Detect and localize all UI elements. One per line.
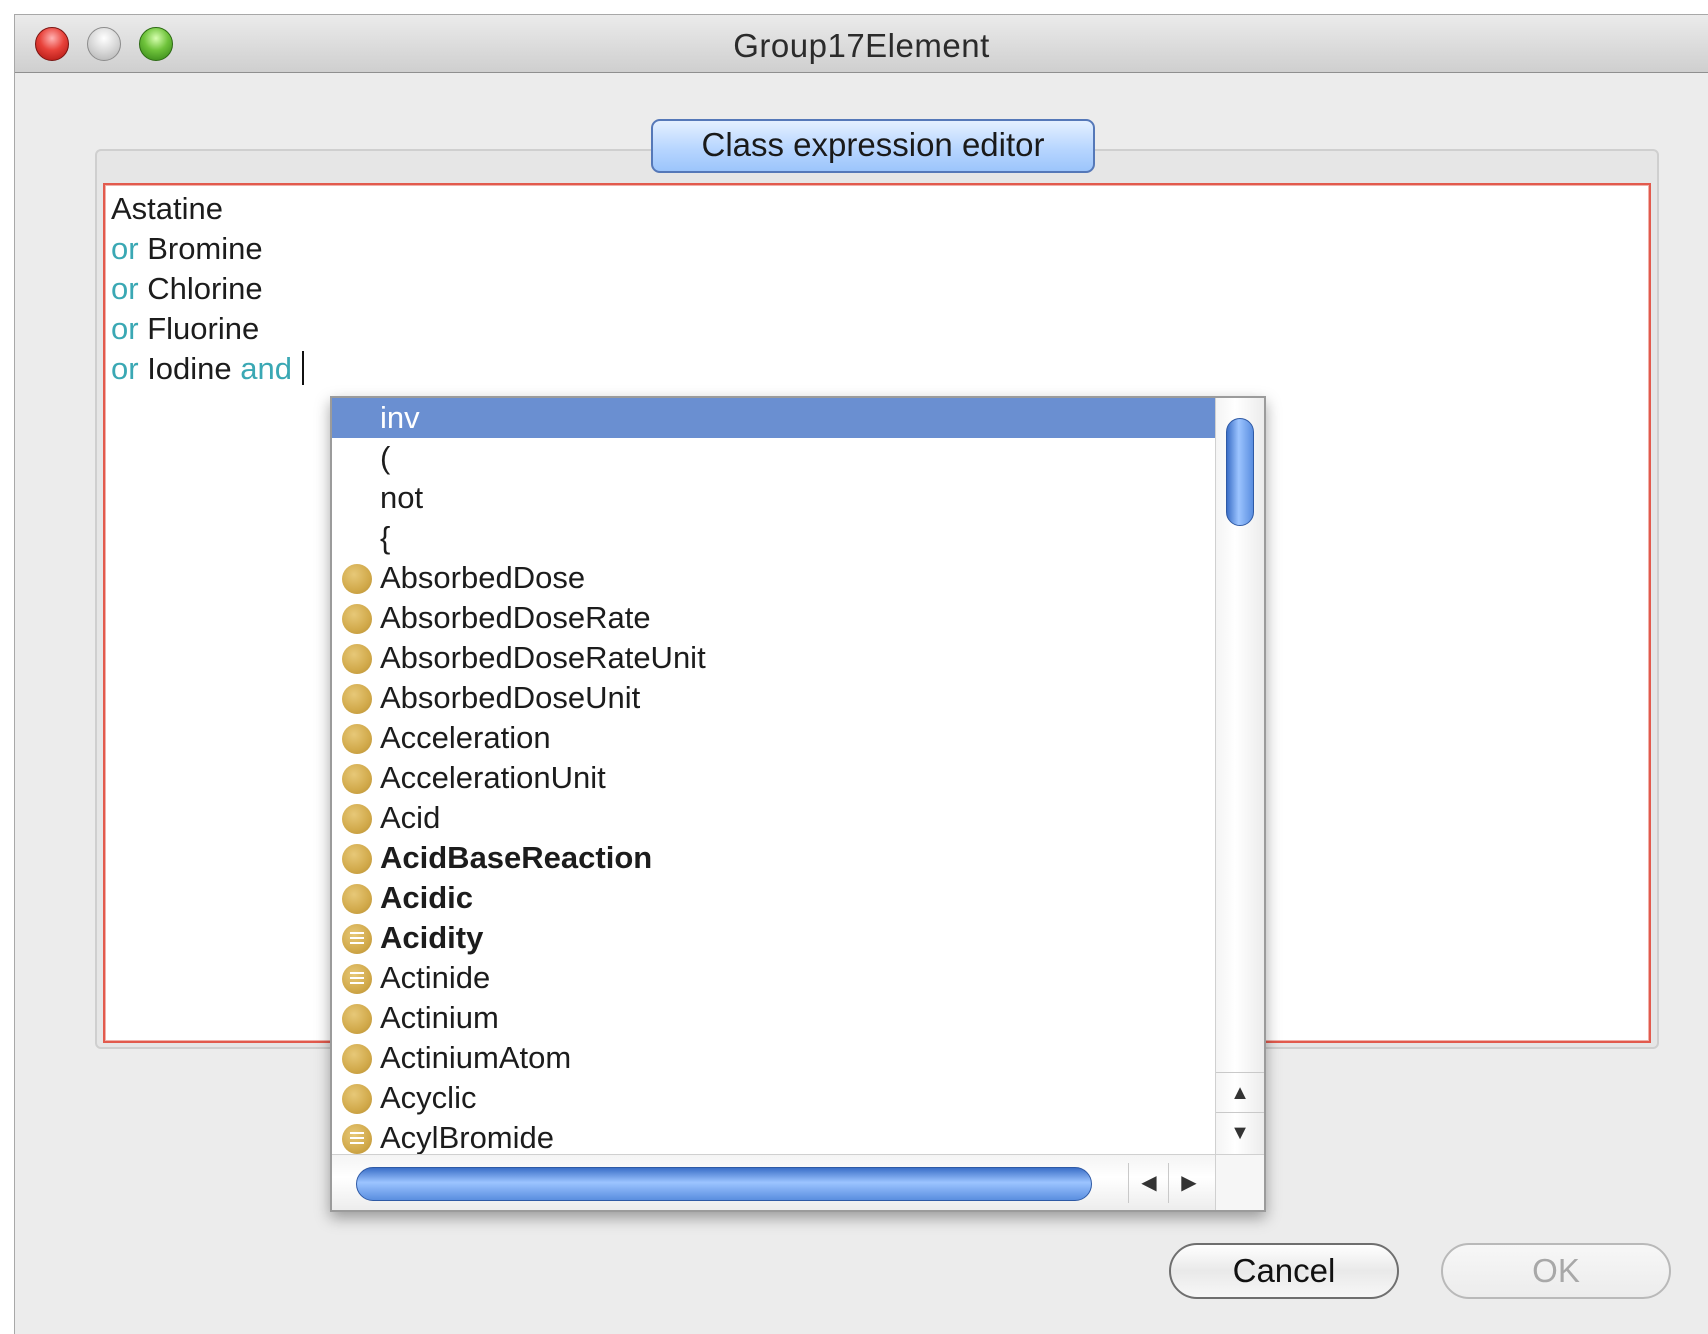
autocomplete-item[interactable]: AbsorbedDoseUnit <box>332 678 1216 718</box>
class-token: Astatine <box>111 191 224 226</box>
autocomplete-item-label: not <box>380 480 424 515</box>
autocomplete-item[interactable]: Acidity <box>332 918 1216 958</box>
keyword-token: or <box>111 311 139 346</box>
class-icon <box>342 884 372 914</box>
autocomplete-item-label: Acceleration <box>380 720 551 755</box>
keyword-token: or <box>111 231 139 266</box>
autocomplete-item-label: Acidity <box>380 920 484 955</box>
autocomplete-item[interactable]: ( <box>332 438 1216 478</box>
autocomplete-item[interactable]: inv <box>332 398 1216 438</box>
autocomplete-item-label: AbsorbedDoseRate <box>380 600 651 635</box>
keyword-token: and <box>240 351 293 386</box>
autocomplete-item-label: AbsorbedDose <box>380 560 586 595</box>
expression-text[interactable]: Astatine or Bromine or Chlorine or Fluorine… <box>111 189 305 389</box>
cancel-button[interactable]: Cancel <box>1169 1243 1399 1299</box>
autocomplete-item[interactable]: AbsorbedDoseRateUnit <box>332 638 1216 678</box>
class-icon <box>342 684 372 714</box>
autocomplete-item-label: Actinide <box>380 960 491 995</box>
class-icon <box>342 564 372 594</box>
class-icon <box>342 1084 372 1114</box>
class-token: Bromine <box>138 231 263 266</box>
autocomplete-item[interactable]: AccelerationUnit <box>332 758 1216 798</box>
autocomplete-item-label: ( <box>380 440 391 475</box>
autocomplete-item-label: inv <box>380 400 420 435</box>
scroll-corner <box>1215 1154 1264 1210</box>
autocomplete-item[interactable]: Actinium <box>332 998 1216 1038</box>
autocomplete-item-label: Actinium <box>380 1000 499 1035</box>
text-caret <box>302 351 305 385</box>
defined-class-icon <box>342 964 372 994</box>
expression-line: Astatine <box>111 189 304 229</box>
autocomplete-item[interactable]: AcidBaseReaction <box>332 838 1216 878</box>
autocomplete-item[interactable]: Acidic <box>332 878 1216 918</box>
autocomplete-item[interactable]: Actinide <box>332 958 1216 998</box>
class-icon <box>342 724 372 754</box>
autocomplete-item[interactable]: AcylBromide <box>332 1118 1216 1154</box>
class-icon <box>342 604 372 634</box>
class-token: Chlorine <box>138 271 263 306</box>
autocomplete-popup[interactable]: inv ( not { AbsorbedDose AbsorbedDoseRate Abso… <box>330 396 1266 1212</box>
autocomplete-item-label: AbsorbedDoseRateUnit <box>380 640 706 675</box>
class-icon <box>342 1044 372 1074</box>
autocomplete-item-label: { <box>380 520 391 555</box>
autocomplete-item[interactable]: ActiniumAtom <box>332 1038 1216 1078</box>
vertical-scrollbar[interactable]: ▲ ▼ <box>1215 398 1264 1154</box>
autocomplete-item[interactable]: Acid <box>332 798 1216 838</box>
expression-line: or Chlorine <box>111 269 304 309</box>
defined-class-icon <box>342 1124 372 1154</box>
defined-class-icon <box>342 924 372 954</box>
ok-button[interactable]: OK <box>1441 1243 1671 1299</box>
expression-line: or Iodine and <box>111 349 305 389</box>
class-icon <box>342 644 372 674</box>
vertical-scroll-thumb[interactable] <box>1226 418 1254 526</box>
keyword-token: or <box>111 351 139 386</box>
autocomplete-list[interactable]: inv ( not { AbsorbedDose AbsorbedDoseRate Abso… <box>332 398 1216 1154</box>
autocomplete-item[interactable]: AbsorbedDoseRate <box>332 598 1216 638</box>
autocomplete-item[interactable]: { <box>332 518 1216 558</box>
autocomplete-item-label: AccelerationUnit <box>380 760 606 795</box>
autocomplete-item-label: Acid <box>380 800 441 835</box>
autocomplete-item-label: Acyclic <box>380 1080 477 1115</box>
arrow-down-icon[interactable]: ▼ <box>1216 1112 1264 1153</box>
autocomplete-item-label: ActiniumAtom <box>380 1040 572 1075</box>
expression-line: or Bromine <box>111 229 304 269</box>
class-token: Fluorine <box>138 311 260 346</box>
class-icon <box>342 764 372 794</box>
class-icon <box>342 844 372 874</box>
class-icon <box>342 804 372 834</box>
autocomplete-item-label: AcidBaseReaction <box>380 840 653 875</box>
expression-line: or Fluorine <box>111 309 304 349</box>
autocomplete-item-label: AbsorbedDoseUnit <box>380 680 641 715</box>
keyword-token: or <box>111 271 139 306</box>
class-icon <box>342 1004 372 1034</box>
window-title: Group17Element <box>733 27 990 64</box>
class-expression-editor-tab[interactable]: Class expression editor <box>651 119 1095 173</box>
class-token: Iodine <box>138 351 241 386</box>
arrow-right-icon[interactable]: ▶ <box>1168 1163 1209 1203</box>
autocomplete-item[interactable]: not <box>332 478 1216 518</box>
autocomplete-item-label: AcylBromide <box>380 1120 554 1154</box>
horizontal-scroll-thumb[interactable] <box>356 1167 1092 1201</box>
autocomplete-item[interactable]: Acyclic <box>332 1078 1216 1118</box>
horizontal-scrollbar[interactable]: ◀ ▶ <box>332 1154 1216 1210</box>
autocomplete-item-label: Acidic <box>380 880 474 915</box>
arrow-left-icon[interactable]: ◀ <box>1128 1163 1169 1203</box>
autocomplete-item[interactable]: Acceleration <box>332 718 1216 758</box>
title-bar[interactable]: Group17Element <box>15 15 1708 73</box>
arrow-up-icon[interactable]: ▲ <box>1216 1072 1264 1113</box>
autocomplete-item[interactable]: AbsorbedDose <box>332 558 1216 598</box>
